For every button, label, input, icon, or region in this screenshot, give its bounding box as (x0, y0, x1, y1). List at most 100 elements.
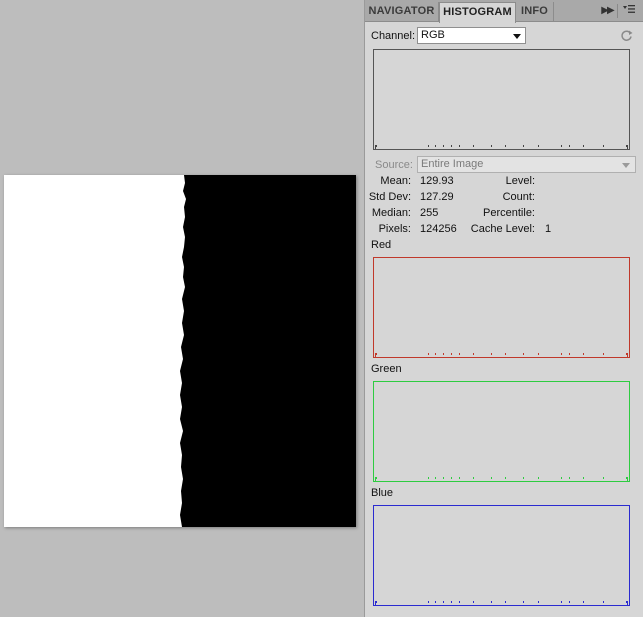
level-label: Level: (505, 175, 535, 187)
histogram-level-mark (435, 601, 436, 603)
histogram-level-mark (583, 353, 584, 355)
histogram-level-mark (505, 601, 506, 603)
cache-level-value: 1 (545, 223, 552, 235)
histogram-level-mark (626, 145, 627, 147)
histogram-level-mark (375, 145, 376, 149)
histogram-level-mark (561, 477, 562, 479)
histogram-level-mark (505, 145, 506, 147)
histogram-level-mark (491, 477, 492, 479)
histogram-level-mark (428, 477, 429, 479)
channel-select[interactable]: RGB (417, 27, 526, 44)
histogram-level-mark (627, 145, 628, 149)
histogram-level-mark (376, 477, 377, 479)
panel-menu-icon[interactable] (622, 4, 636, 18)
histogram-level-mark (491, 145, 492, 147)
histogram-level-mark (473, 477, 474, 479)
tab-info[interactable]: INFO (516, 2, 554, 22)
histogram-level-mark (626, 601, 627, 603)
tab-navigator[interactable]: NAVIGATOR (365, 2, 439, 22)
document-canvas-area (0, 0, 363, 617)
pixels-value: 124256 (420, 223, 457, 235)
green-channel-label: Green (371, 363, 402, 375)
tab-bar-divider (617, 4, 618, 18)
histogram-level-mark (538, 601, 539, 603)
histogram-level-mark (505, 477, 506, 479)
pixels-label: Pixels: (378, 223, 411, 235)
histogram-level-mark (428, 145, 429, 147)
document-image[interactable] (4, 175, 356, 527)
cache-level-label: Cache Level: (470, 223, 535, 235)
histogram-level-mark (561, 601, 562, 603)
histogram-level-mark (443, 353, 444, 355)
histogram-composite-frame (373, 49, 630, 150)
histogram-level-mark (505, 353, 506, 355)
histogram-blue-graph (373, 505, 630, 606)
histogram-level-mark (435, 145, 436, 147)
histogram-level-mark (443, 145, 444, 147)
histogram-blue (373, 505, 630, 606)
blue-channel-label: Blue (371, 487, 394, 499)
histogram-red-frame (373, 257, 630, 358)
histogram-level-mark (603, 353, 604, 355)
histogram-level-mark (428, 601, 429, 603)
histogram-level-mark (473, 353, 474, 355)
red-channel-label: Red (371, 239, 392, 251)
histogram-level-mark (491, 601, 492, 603)
histogram-composite-graph (373, 49, 630, 150)
histogram-level-mark (626, 353, 627, 355)
histogram-level-mark (603, 477, 604, 479)
histogram-red-graph (373, 257, 630, 358)
histogram-level-mark (583, 145, 584, 147)
median-label: Median: (371, 207, 411, 219)
histogram-level-mark (375, 477, 376, 481)
histogram-green-frame (373, 381, 630, 482)
histogram-level-mark (627, 477, 628, 481)
source-label: Source: (375, 159, 413, 171)
stddev-value: 127.29 (420, 191, 454, 203)
histogram-level-mark (569, 145, 570, 147)
histogram-level-mark (603, 601, 604, 603)
histogram-green-graph (373, 381, 630, 482)
histogram-level-mark (569, 601, 570, 603)
histogram-level-mark (491, 353, 492, 355)
tab-histogram[interactable]: HISTOGRAM (439, 2, 516, 23)
histogram-level-mark (376, 353, 377, 355)
histogram-level-mark (626, 477, 627, 479)
histogram-level-mark (451, 601, 452, 603)
mean-value: 129.93 (420, 175, 454, 187)
histogram-level-mark (376, 601, 377, 603)
histogram-level-mark (538, 477, 539, 479)
histogram-level-mark (627, 601, 628, 605)
histogram-level-mark (459, 601, 460, 603)
refresh-icon[interactable] (620, 29, 633, 42)
histogram-level-mark (569, 353, 570, 355)
histogram-level-mark (435, 477, 436, 479)
histogram-level-mark (459, 145, 460, 147)
histogram-green (373, 381, 630, 482)
percentile-label: Percentile: (483, 207, 535, 219)
chevron-down-icon (513, 34, 521, 39)
histogram-level-mark (459, 477, 460, 479)
source-select: Entire Image (417, 156, 636, 173)
channel-select-value: RGB (421, 29, 445, 41)
histogram-level-mark (451, 353, 452, 355)
histogram-level-mark (523, 145, 524, 147)
panel-tab-bar: NAVIGATOR HISTOGRAM INFO ▶▶ (365, 0, 643, 23)
histogram-level-mark (569, 477, 570, 479)
chevron-down-icon (622, 163, 630, 168)
collapse-panel-icon[interactable]: ▶▶ (600, 4, 614, 18)
count-label: Count: (502, 191, 535, 203)
histogram-level-mark (473, 601, 474, 603)
histogram-red (373, 257, 630, 358)
histogram-level-mark (538, 145, 539, 147)
histogram-level-mark (459, 353, 460, 355)
histogram-level-mark (627, 353, 628, 357)
histogram-level-mark (376, 145, 377, 147)
histogram-level-mark (603, 145, 604, 147)
stddev-label: Std Dev: (368, 191, 411, 203)
channel-label: Channel: (371, 30, 416, 42)
histogram-level-mark (583, 477, 584, 479)
histogram-level-mark (561, 353, 562, 355)
histogram-panel: NAVIGATOR HISTOGRAM INFO ▶▶ Channel: RGB (364, 0, 643, 617)
image-white-region (4, 175, 186, 527)
